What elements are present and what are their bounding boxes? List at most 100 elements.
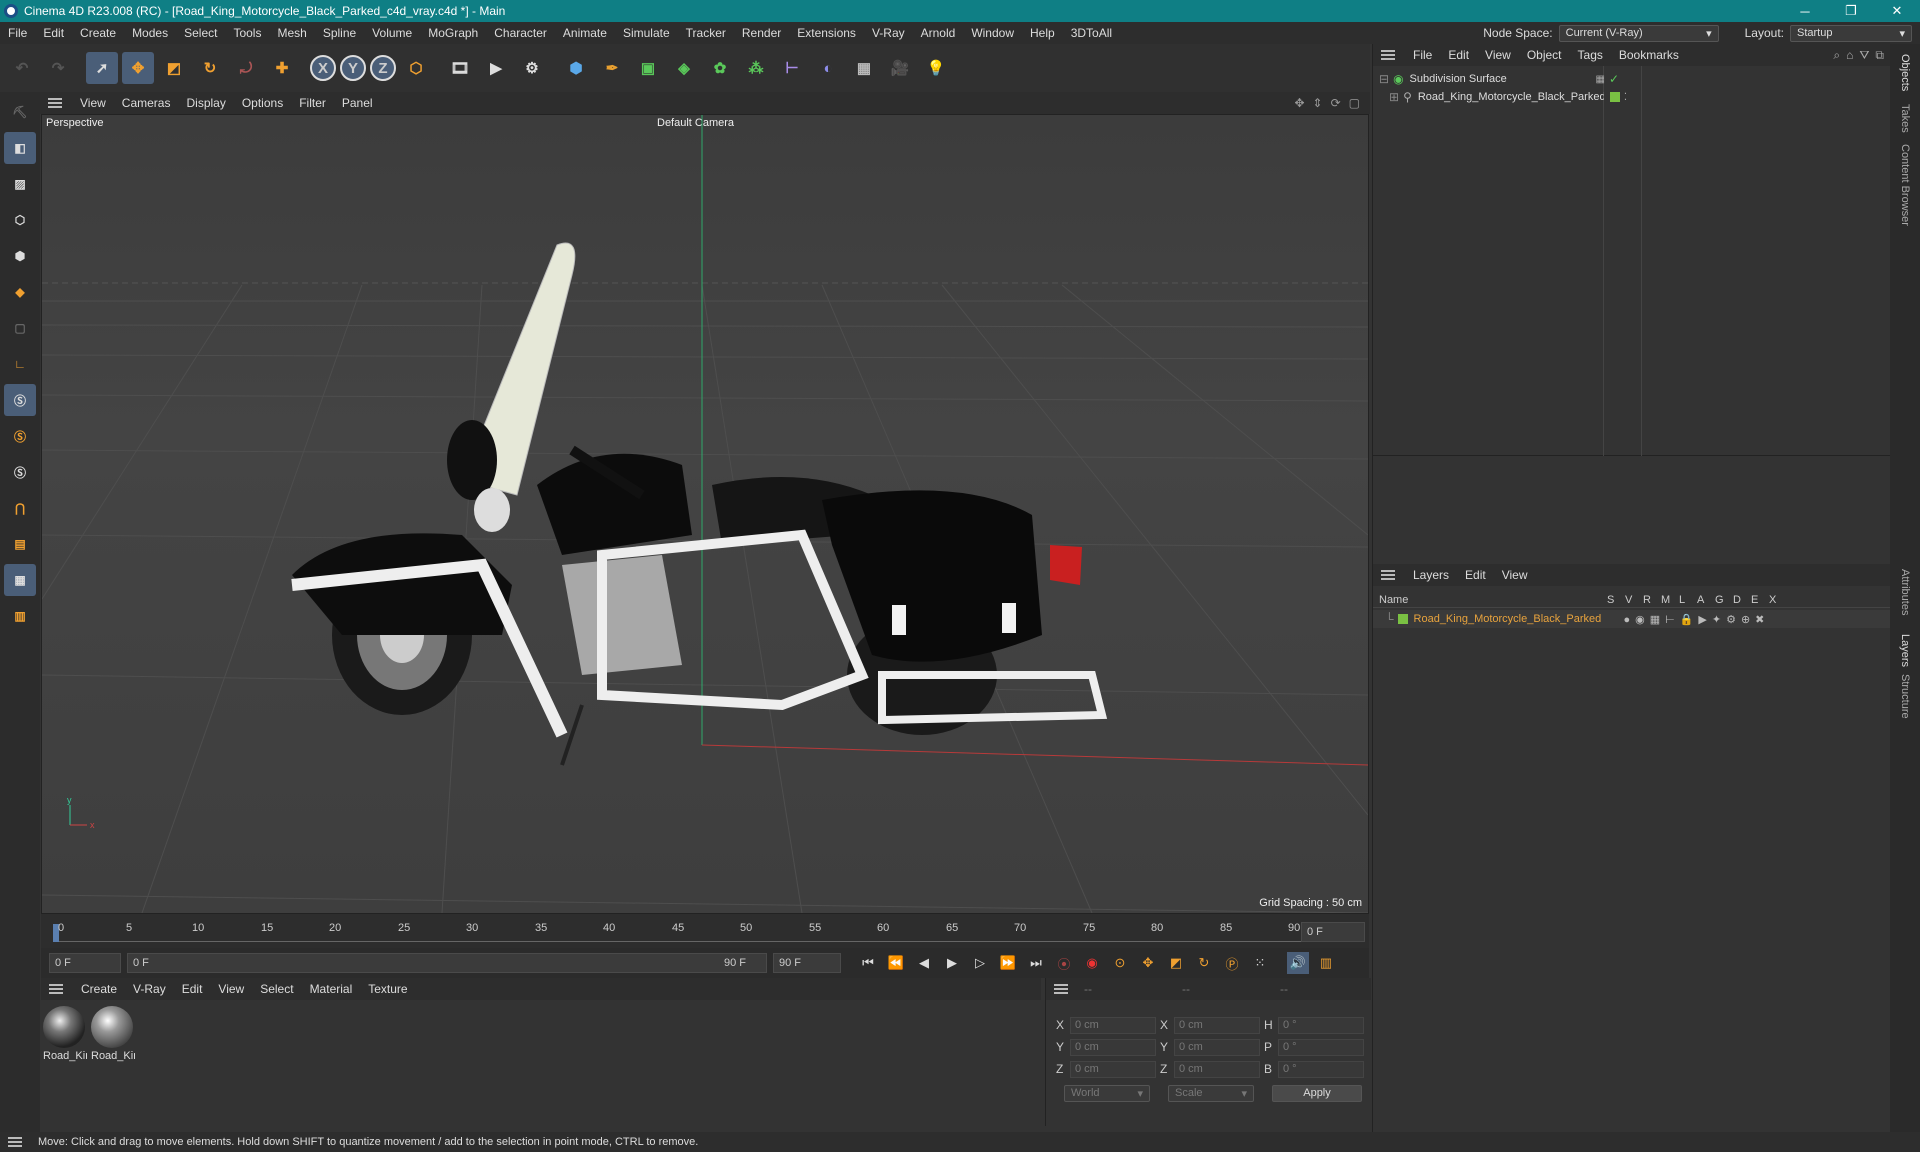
size-x-field[interactable]: 0 cm [1174,1016,1260,1034]
close-button[interactable]: ✕ [1874,3,1920,19]
play-icon[interactable]: ▶ [941,952,963,974]
flag-manager[interactable]: M [1661,594,1679,606]
scale-icon[interactable]: ◩ [158,52,190,84]
menu-3dtoall[interactable]: 3DToAll [1063,26,1120,40]
viewport-menu-panel[interactable]: Panel [334,96,381,110]
menu-mesh[interactable]: Mesh [269,26,314,40]
grid-lock-icon[interactable]: ▥ [4,600,36,632]
layer-menu-layers[interactable]: Layers [1405,568,1457,582]
z-axis-icon[interactable]: Z [370,55,396,81]
cloner-icon[interactable]: ✿ [704,52,736,84]
flag-expressions[interactable]: E [1751,594,1769,606]
current-frame-field[interactable]: 0 F [1301,922,1365,942]
timeline-ruler[interactable]: 0 5 10 15 20 25 30 35 40 45 50 55 60 65 … [41,914,1369,948]
field-icon[interactable]: ◐ [812,52,844,84]
flag-deformers[interactable]: D [1733,594,1751,606]
maximize-view-icon[interactable]: ▢ [1349,96,1360,110]
new-window-icon[interactable]: ⧉ [1875,48,1884,63]
workplane-icon[interactable]: ∟ [4,348,36,380]
object-menu-edit[interactable]: Edit [1440,48,1477,62]
position-z-field[interactable]: 0 cm [1070,1060,1156,1078]
menu-spline[interactable]: Spline [315,26,364,40]
rotation-b-field[interactable]: 0 ° [1278,1060,1364,1078]
tab-takes[interactable]: Takes [1899,104,1911,133]
hamburger-icon[interactable] [49,984,63,994]
sound-icon[interactable]: 🔊 [1287,952,1309,974]
key-pla-icon[interactable]: ⁙ [1249,952,1271,974]
expand-icon[interactable]: ⊟ [1379,72,1389,86]
layer-menu-view[interactable]: View [1494,568,1536,582]
solo-icon[interactable]: Ⓢ [4,456,36,488]
grid-snap-icon[interactable]: ▦ [4,564,36,596]
menu-animate[interactable]: Animate [555,26,615,40]
y-axis-icon[interactable]: Y [340,55,366,81]
menu-simulate[interactable]: Simulate [615,26,678,40]
enabled-check-icon[interactable]: ✓ [1609,72,1619,86]
menu-help[interactable]: Help [1022,26,1063,40]
menu-extensions[interactable]: Extensions [789,26,864,40]
render-region-icon[interactable]: 🎞 [444,52,476,84]
flag-animation[interactable]: A [1697,594,1715,606]
point-mode-icon[interactable]: ⬡ [4,204,36,236]
layer-menu-edit[interactable]: Edit [1457,568,1494,582]
next-key-icon[interactable]: ⏩ [997,952,1019,974]
recent-tool-icon[interactable]: ⤾ [230,52,262,84]
material-swatch[interactable]: Road_Kir [43,1006,87,1066]
object-menu-file[interactable]: File [1405,48,1440,62]
menu-render[interactable]: Render [734,26,789,40]
rotation-h-field[interactable]: 0 ° [1278,1016,1364,1034]
key-position-icon[interactable]: ✥ [1137,952,1159,974]
size-z-field[interactable]: 0 cm [1174,1060,1260,1078]
menu-mograph[interactable]: MoGraph [420,26,486,40]
go-to-start-icon[interactable]: ⏮ [857,952,879,974]
x-axis-icon[interactable]: X [310,55,336,81]
go-to-end-icon[interactable]: ⏭ [1025,952,1047,974]
rotation-p-field[interactable]: 0 ° [1278,1038,1364,1056]
render-settings-icon[interactable]: ⚙ [516,52,548,84]
tab-attributes[interactable]: Attributes [1899,569,1911,615]
menu-window[interactable]: Window [963,26,1022,40]
frame-range-slider[interactable]: 0 F 90 F [127,953,767,973]
visibility-dots-icon[interactable]: ⁚ [1624,92,1627,103]
object-row[interactable]: ⊟ ◉ Subdivision Surface ▦ ✓ [1379,70,1799,88]
previous-frame-icon[interactable]: ◀ [913,952,935,974]
rotate-icon[interactable]: ↻ [194,52,226,84]
move-icon[interactable]: ✥ [122,52,154,84]
cube-icon[interactable]: ⬢ [560,52,592,84]
select-arrow-icon[interactable]: ➚ [86,52,118,84]
layer-color-icon[interactable] [1397,614,1408,624]
expand-icon[interactable]: ⊞ [1389,90,1399,104]
position-x-field[interactable]: 0 cm [1070,1016,1156,1034]
key-scale-icon[interactable]: ◩ [1165,952,1187,974]
grid-floor-icon[interactable]: ▤ [4,528,36,560]
hamburger-icon[interactable] [1054,984,1068,994]
tab-layers[interactable]: Layers [1899,634,1911,667]
material-menu-texture[interactable]: Texture [360,982,415,996]
menu-file[interactable]: File [0,26,35,40]
tab-objects[interactable]: Objects [1899,54,1911,91]
hamburger-icon[interactable] [8,1137,22,1147]
material-menu-view[interactable]: View [210,982,252,996]
object-menu-view[interactable]: View [1477,48,1519,62]
end-frame-field[interactable]: 90 F [773,953,841,973]
keyframe-selection-icon[interactable]: ⊙ [1109,952,1131,974]
position-y-field[interactable]: 0 cm [1070,1038,1156,1056]
layout-dropdown[interactable]: Startup ▾ [1790,24,1912,42]
camera-icon[interactable]: 🎥 [884,52,916,84]
material-swatch[interactable]: Road_Kir [91,1006,135,1066]
rotate-view-icon[interactable]: ⟳ [1331,96,1341,110]
object-menu-bookmarks[interactable]: Bookmarks [1611,48,1687,62]
hamburger-icon[interactable] [48,98,62,108]
menu-modes[interactable]: Modes [124,26,176,40]
floor-icon[interactable]: ▦ [848,52,880,84]
menu-tracker[interactable]: Tracker [678,26,734,40]
texture-mode-icon[interactable]: ▨ [4,168,36,200]
key-parameter-icon[interactable]: Ⓟ [1221,952,1243,974]
viewport-menu-filter[interactable]: Filter [291,96,334,110]
flag-visible[interactable]: V [1625,594,1643,606]
flag-solo[interactable]: S [1607,594,1625,606]
flag-xref[interactable]: X [1769,594,1787,606]
magnet-icon[interactable]: ⋂ [4,492,36,524]
object-row[interactable]: ⊞ ⚲ Road_King_Motorcycle_Black_Parked ⁚ [1389,88,1809,106]
filter-icon[interactable]: ⛛ [1859,48,1869,63]
